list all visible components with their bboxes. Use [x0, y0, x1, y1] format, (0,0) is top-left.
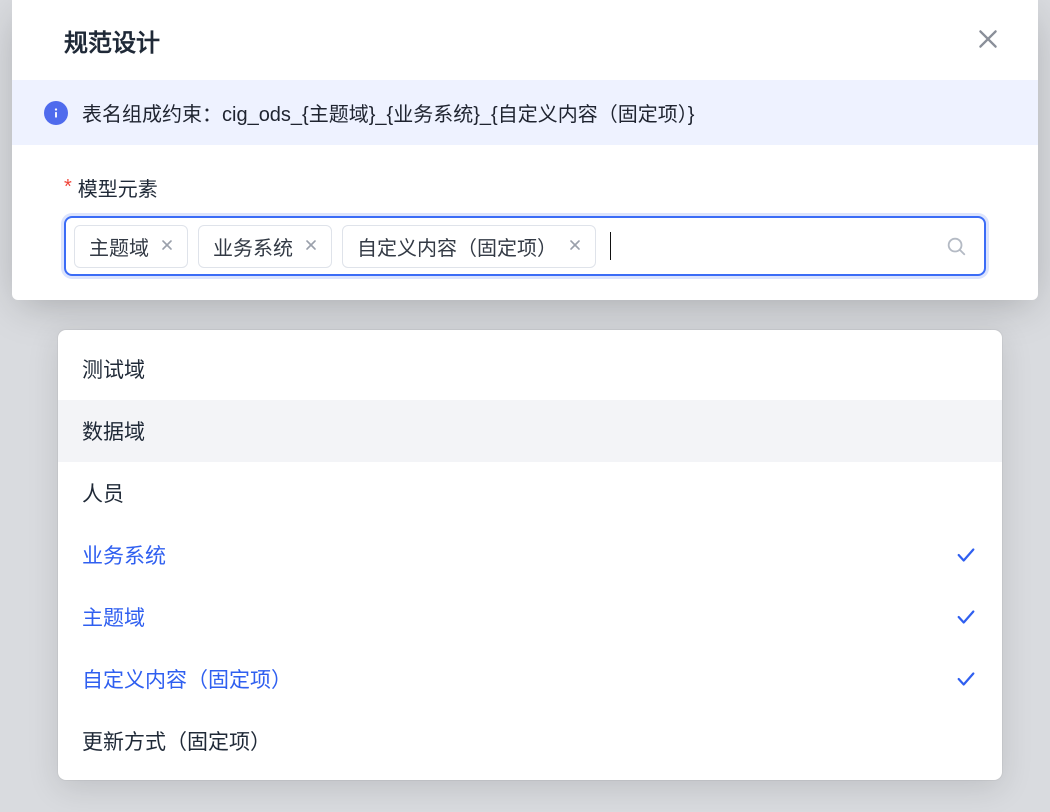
option-subject-domain[interactable]: 主题域 [58, 586, 1002, 648]
check-icon [954, 667, 978, 691]
info-banner: 表名组成约束：cig_ods_{主题域}_{业务系统}_{自定义内容（固定项）} [12, 80, 1038, 145]
tag-remove-button[interactable] [301, 236, 321, 256]
required-indicator: * [64, 176, 72, 199]
option-data-domain[interactable]: 数据域 [58, 400, 1002, 462]
modal-header: 规范设计 [12, 0, 1038, 80]
label-text: 模型元素 [78, 173, 158, 202]
modal-title: 规范设计 [64, 23, 160, 58]
tag-custom-content: 自定义内容（固定项） [342, 225, 596, 268]
tag-label: 自定义内容（固定项） [357, 232, 557, 261]
check-icon [954, 605, 978, 629]
tag-label: 业务系统 [213, 232, 293, 261]
option-label: 更新方式（固定项） [82, 726, 271, 756]
search-icon [944, 234, 968, 258]
option-personnel[interactable]: 人员 [58, 462, 1002, 524]
model-element-label: * 模型元素 [64, 173, 986, 202]
x-icon [303, 237, 319, 256]
banner-text: 表名组成约束：cig_ods_{主题域}_{业务系统}_{自定义内容（固定项）} [82, 98, 694, 127]
model-element-multiselect[interactable]: 主题域 业务系统 自定义内容（固定项） [64, 216, 986, 276]
close-button[interactable] [970, 22, 1006, 58]
option-label: 测试域 [82, 354, 145, 384]
spec-design-modal: 规范设计 表名组成约束：cig_ods_{主题域}_{业务系统}_{自定义内容（… [12, 0, 1038, 300]
text-cursor [610, 232, 611, 260]
info-icon [44, 101, 68, 125]
x-icon [159, 237, 175, 256]
option-custom-content-fixed[interactable]: 自定义内容（固定项） [58, 648, 1002, 710]
option-label: 人员 [82, 478, 124, 508]
option-label: 自定义内容（固定项） [82, 664, 292, 694]
tag-business-system: 业务系统 [198, 225, 332, 268]
option-business-system[interactable]: 业务系统 [58, 524, 1002, 586]
option-label: 数据域 [82, 416, 145, 446]
option-label: 业务系统 [82, 540, 166, 570]
tag-remove-button[interactable] [565, 236, 585, 256]
option-update-mode-fixed[interactable]: 更新方式（固定项） [58, 710, 1002, 772]
check-icon [954, 543, 978, 567]
option-test-domain[interactable]: 测试域 [58, 338, 1002, 400]
option-label: 主题域 [82, 602, 145, 632]
x-icon [567, 237, 583, 256]
model-element-dropdown: 测试域 数据域 人员 业务系统 主题域 自定义内容（固定项） 更新方式（固定项） [58, 330, 1002, 780]
model-element-field: * 模型元素 主题域 业务系统 [12, 173, 1038, 276]
tag-remove-button[interactable] [157, 236, 177, 256]
tag-label: 主题域 [89, 232, 149, 261]
tag-subject-domain: 主题域 [74, 225, 188, 268]
close-icon [975, 26, 1001, 55]
